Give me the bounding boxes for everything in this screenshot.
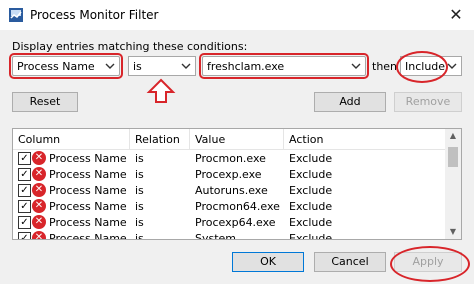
row-action: Exclude xyxy=(289,232,333,240)
row-value: System xyxy=(195,232,237,240)
then-label: then xyxy=(372,60,398,73)
row-action: Exclude xyxy=(289,184,333,197)
row-action: Exclude xyxy=(289,168,333,181)
row-column: Process Name xyxy=(49,232,127,240)
exclude-x-icon: ✕ xyxy=(32,151,46,165)
row-column: Process Name xyxy=(49,152,127,165)
row-action: Exclude xyxy=(289,152,333,165)
table-row[interactable]: ✓ ✕ Process Name is Autoruns.exe Exclude xyxy=(13,182,445,198)
title-bar: Process Monitor Filter ✕ xyxy=(0,0,474,30)
row-relation: is xyxy=(135,184,144,197)
add-button[interactable]: Add xyxy=(314,92,386,112)
header-action[interactable]: Action xyxy=(289,133,323,146)
row-checkbox[interactable]: ✓ xyxy=(18,168,31,181)
remove-button[interactable]: Remove xyxy=(394,92,462,112)
value-combo[interactable]: freshclam.exe xyxy=(199,53,369,79)
row-value: Procmon.exe xyxy=(195,152,266,165)
table-row[interactable]: ✓ ✕ Process Name is Procmon.exe Exclude xyxy=(13,150,445,166)
column-divider[interactable] xyxy=(129,129,130,149)
row-value: Procexp64.exe xyxy=(195,216,276,229)
relation-select-value: is xyxy=(133,60,142,73)
cancel-button[interactable]: Cancel xyxy=(314,252,386,272)
up-arrow-annotation-icon xyxy=(146,78,176,103)
row-value: Procexp.exe xyxy=(195,168,262,181)
table-row[interactable]: ✓ ✕ Process Name is Procmon64.exe Exclud… xyxy=(13,198,445,214)
relation-select[interactable]: is xyxy=(128,56,196,76)
scroll-down-icon[interactable]: ▼ xyxy=(445,225,461,239)
row-relation: is xyxy=(135,232,144,240)
exclude-x-icon: ✕ xyxy=(32,167,46,181)
row-checkbox[interactable]: ✓ xyxy=(18,216,31,229)
exclude-x-icon: ✕ xyxy=(32,215,46,229)
window-title: Process Monitor Filter xyxy=(30,8,159,22)
row-checkbox[interactable]: ✓ xyxy=(18,232,31,239)
row-relation: is xyxy=(135,168,144,181)
row-column: Process Name xyxy=(49,184,127,197)
row-checkbox[interactable]: ✓ xyxy=(18,152,31,165)
table-row[interactable]: ✓ ✕ Process Name is Procexp64.exe Exclud… xyxy=(13,214,445,230)
apply-highlight-ellipse xyxy=(390,246,470,282)
include-highlight-ellipse xyxy=(396,51,448,83)
reset-button[interactable]: Reset xyxy=(12,92,78,112)
value-combo-text: freshclam.exe xyxy=(207,60,285,73)
table-row[interactable]: ✓ ✕ Process Name is System Exclude xyxy=(13,230,445,240)
dialog-client: Display entries matching these condition… xyxy=(0,30,474,284)
row-value: Procmon64.exe xyxy=(195,200,280,213)
header-relation[interactable]: Relation xyxy=(135,133,180,146)
row-checkbox[interactable]: ✓ xyxy=(18,200,31,213)
column-divider[interactable] xyxy=(283,129,284,149)
header-value[interactable]: Value xyxy=(195,133,225,146)
header-column[interactable]: Column xyxy=(18,133,60,146)
scroll-up-icon[interactable]: ▲ xyxy=(445,129,461,143)
column-select[interactable]: Process Name xyxy=(9,53,123,79)
scrollbar-thumb[interactable] xyxy=(448,147,458,167)
row-value: Autoruns.exe xyxy=(195,184,268,197)
filter-list[interactable]: Column Relation Value Action ✓ ✕ Process… xyxy=(12,128,462,240)
row-relation: is xyxy=(135,216,144,229)
row-action: Exclude xyxy=(289,216,333,229)
table-row[interactable]: ✓ ✕ Process Name is Procexp.exe Exclude xyxy=(13,166,445,182)
row-checkbox[interactable]: ✓ xyxy=(18,184,31,197)
column-divider[interactable] xyxy=(189,129,190,149)
ok-button[interactable]: OK xyxy=(232,252,304,272)
conditions-label: Display entries matching these condition… xyxy=(12,40,248,53)
row-relation: is xyxy=(135,200,144,213)
exclude-x-icon: ✕ xyxy=(32,183,46,197)
row-action: Exclude xyxy=(289,200,333,213)
exclude-x-icon: ✕ xyxy=(32,199,46,213)
chevron-down-icon xyxy=(351,63,361,69)
chevron-down-icon xyxy=(181,63,191,69)
vertical-scrollbar[interactable]: ▲ ▼ xyxy=(445,129,461,239)
exclude-x-icon: ✕ xyxy=(32,231,46,239)
row-column: Process Name xyxy=(49,216,127,229)
process-monitor-app-icon xyxy=(9,8,23,22)
row-column: Process Name xyxy=(49,200,127,213)
close-icon[interactable]: ✕ xyxy=(446,5,466,25)
list-header: Column Relation Value Action xyxy=(13,129,445,150)
row-column: Process Name xyxy=(49,168,127,181)
column-select-value: Process Name xyxy=(17,60,95,73)
row-relation: is xyxy=(135,152,144,165)
chevron-down-icon xyxy=(105,63,115,69)
